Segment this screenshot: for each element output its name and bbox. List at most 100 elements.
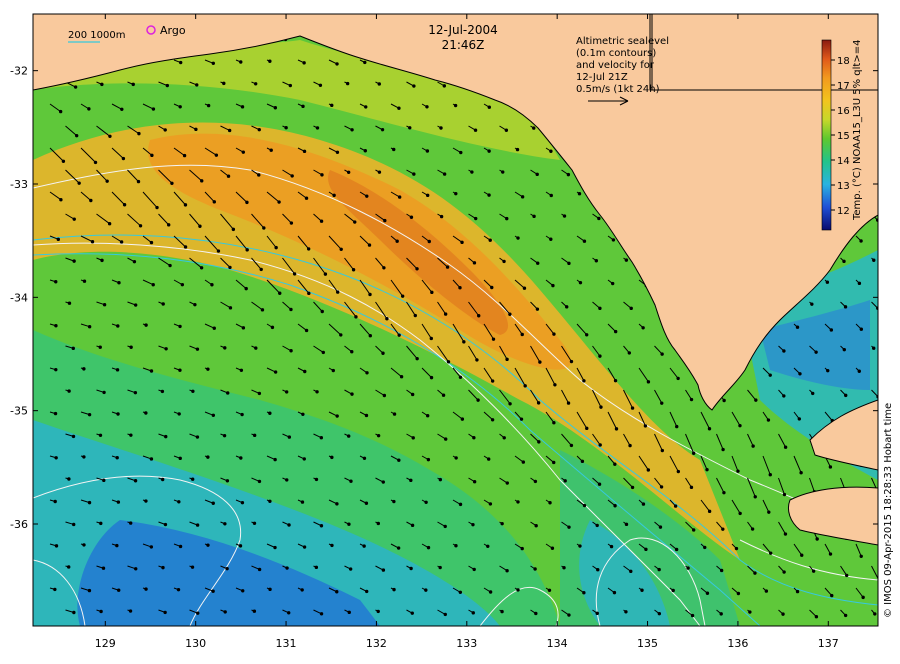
velocity-arrow-head — [119, 240, 124, 244]
velocity-arrow-head — [843, 305, 848, 309]
velocity-arrow-head — [89, 198, 93, 203]
velocity-arrow-head — [98, 433, 103, 437]
velocity-arrow-head — [443, 524, 447, 529]
velocity-arrow-head — [222, 81, 226, 86]
velocity-arrow-head — [565, 305, 569, 309]
velocity-arrow-head — [284, 390, 289, 394]
velocity-arrow-head — [304, 328, 309, 333]
velocity-arrow-head — [585, 333, 589, 337]
velocity-arrow-head — [268, 411, 272, 415]
velocity-arrow-head — [121, 156, 126, 161]
velocity-arrow-head — [613, 378, 618, 383]
velocity-arrow-head — [73, 85, 78, 89]
velocity-arrow-head — [487, 149, 491, 153]
velocity-arrow-head — [223, 522, 227, 526]
velocity-arrow-head — [516, 588, 520, 592]
velocity-arrow-head — [458, 375, 463, 379]
velocity-arrow-head — [302, 149, 307, 154]
velocity-arrow-head — [578, 280, 583, 285]
velocity-arrow-head — [439, 214, 444, 219]
velocity-arrow-head — [133, 479, 138, 483]
velocity-arrow-head — [640, 588, 644, 592]
velocity-arrow-head — [397, 458, 401, 462]
velocity-arrow-head — [515, 147, 520, 152]
velocity-arrow-head — [815, 537, 819, 541]
velocity-arrow-head — [814, 614, 819, 619]
velocity-arrow-head — [734, 546, 739, 551]
velocity-arrow-head — [523, 384, 527, 388]
velocity-arrow-head — [107, 222, 112, 226]
velocity-arrow-head — [67, 477, 71, 481]
velocity-arrow-head — [290, 174, 294, 178]
velocity-arrow-head — [239, 456, 243, 460]
velocity-arrow-head — [241, 326, 246, 330]
velocity-arrow-head — [721, 527, 725, 531]
velocity-arrow-head — [303, 369, 307, 374]
velocity-arrow-head — [795, 325, 800, 329]
velocity-arrow-head — [487, 193, 491, 197]
velocity-arrow-head — [768, 473, 772, 477]
velocity-arrow-head — [722, 398, 726, 403]
lat-tick-label: -35 — [10, 405, 28, 418]
velocity-arrow-head — [240, 500, 245, 505]
velocity-arrow-head — [274, 245, 278, 250]
velocity-arrow-head — [318, 83, 323, 87]
velocity-arrow-head — [144, 411, 148, 415]
velocity-arrow-head — [226, 174, 231, 178]
velocity-arrow-head — [178, 60, 183, 65]
velocity-arrow-head — [365, 194, 369, 198]
velocity-arrow-head — [426, 545, 431, 550]
velocity-arrow-head — [178, 105, 182, 109]
velocity-arrow-head — [488, 590, 493, 594]
velocity-arrow-head — [364, 501, 369, 505]
velocity-arrow-head — [193, 302, 197, 307]
velocity-arrow-head — [641, 502, 646, 506]
velocity-arrow-head — [71, 346, 75, 351]
velocity-arrow-head — [285, 478, 289, 482]
velocity-arrow-head — [289, 349, 293, 353]
velocity-arrow-head — [624, 522, 629, 527]
velocity-arrow-head — [268, 499, 272, 503]
velocity-arrow-head — [738, 423, 742, 428]
velocity-arrow-head — [409, 566, 413, 571]
velocity-arrow-head — [53, 587, 57, 592]
velocity-arrow-head — [410, 611, 414, 615]
velocity-arrow-head — [108, 134, 112, 139]
velocity-arrow-head — [319, 436, 324, 440]
velocity-arrow-head — [690, 613, 695, 618]
velocity-arrow-head — [128, 609, 133, 613]
velocity-arrow-head — [99, 609, 103, 614]
velocity-arrow-head — [472, 436, 476, 440]
velocity-arrow-head — [285, 566, 289, 570]
velocity-arrow-head — [241, 589, 245, 593]
velocity-arrow-head — [754, 398, 758, 402]
velocity-arrow-head — [245, 200, 249, 205]
velocity-arrow-head — [552, 421, 556, 425]
velocity-arrow-head — [795, 589, 800, 594]
velocity-arrow-head — [686, 566, 690, 570]
velocity-arrow-head — [105, 179, 109, 183]
velocity-arrow-head — [350, 350, 354, 354]
velocity-arrow-head — [719, 568, 724, 573]
velocity-arrow-head — [691, 528, 696, 532]
velocity-arrow-head — [180, 282, 185, 287]
velocity-arrow-head — [578, 544, 582, 548]
velocity-arrow-head — [522, 286, 527, 290]
velocity-arrow-head — [829, 328, 834, 332]
velocity-arrow-head — [872, 346, 876, 350]
velocity-arrow-head — [93, 160, 98, 165]
velocity-arrow-head — [736, 469, 740, 473]
velocity-arrow-head — [223, 346, 227, 350]
velocity-arrow-head — [505, 357, 509, 362]
velocity-arrow-head — [859, 554, 863, 559]
lon-tick-label: 131 — [276, 637, 297, 650]
velocity-arrow-head — [160, 477, 165, 482]
velocity-arrow-head — [350, 392, 354, 396]
velocity-arrow-head — [339, 333, 343, 337]
velocity-arrow-head — [660, 401, 664, 405]
velocity-arrow-head — [475, 358, 479, 362]
velocity-arrow-head — [508, 312, 512, 316]
velocity-arrow-head — [500, 521, 504, 526]
velocity-arrow-head — [56, 237, 61, 242]
velocity-arrow-head — [657, 567, 661, 572]
